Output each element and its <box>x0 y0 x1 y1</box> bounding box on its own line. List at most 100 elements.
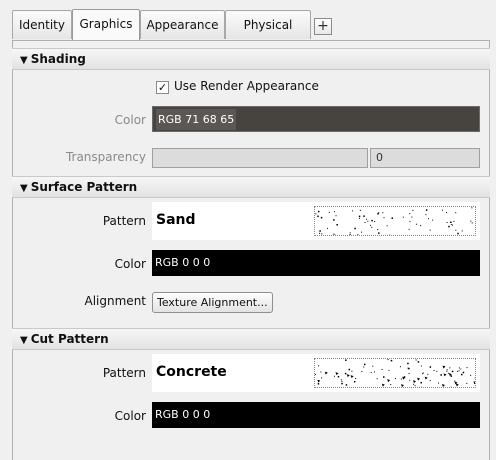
pattern-mark <box>364 222 366 224</box>
pattern-mark <box>320 371 322 373</box>
pattern-mark <box>348 368 351 371</box>
cut-color-value: RGB 0 0 0 <box>155 408 211 421</box>
pattern-mark <box>345 359 347 361</box>
pattern-mark <box>424 376 428 380</box>
pattern-mark <box>371 219 373 222</box>
pattern-mark <box>394 378 396 380</box>
pattern-mark <box>349 234 351 235</box>
surface-color-value: RGB 0 0 0 <box>155 256 211 269</box>
pattern-mark <box>450 221 452 224</box>
pattern-mark <box>315 213 317 215</box>
pattern-mark <box>413 383 415 385</box>
pattern-mark <box>383 217 385 219</box>
section-title: Cut Pattern <box>30 332 109 346</box>
pattern-mark <box>443 365 445 367</box>
pattern-mark <box>446 212 448 214</box>
pattern-mark <box>366 218 368 220</box>
pattern-mark <box>387 359 389 361</box>
pattern-mark <box>349 232 351 234</box>
pattern-mark <box>440 374 442 376</box>
surface-pattern-label: Pattern <box>102 214 146 228</box>
cut-pattern-field[interactable]: Concrete <box>152 354 480 392</box>
shading-color-field[interactable]: RGB 71 68 65 <box>152 106 480 132</box>
pattern-mark <box>458 367 460 369</box>
pattern-mark <box>471 222 473 224</box>
tab-graphics[interactable]: Graphics <box>72 9 140 40</box>
pattern-mark <box>471 207 473 209</box>
use-render-appearance-checkbox[interactable]: ✓ <box>156 81 169 94</box>
pattern-mark <box>350 375 354 379</box>
transparency-value-field[interactable]: 0 <box>370 148 480 168</box>
pattern-mark <box>351 370 353 372</box>
pattern-mark <box>335 215 337 217</box>
pattern-mark <box>462 371 465 374</box>
pattern-mark <box>358 215 361 218</box>
pattern-mark <box>412 209 414 211</box>
surface-color-field[interactable]: RGB 0 0 0 <box>152 250 480 276</box>
section-title: Shading <box>30 52 86 66</box>
pattern-mark <box>373 371 375 373</box>
tab-appearance[interactable]: Appearance <box>140 10 225 39</box>
pattern-mark <box>446 222 448 224</box>
cut-color-label: Color <box>114 409 146 423</box>
cut-color-field[interactable]: RGB 0 0 0 <box>152 402 480 428</box>
pattern-mark <box>376 378 378 380</box>
pattern-mark <box>315 373 317 375</box>
pattern-mark <box>333 375 335 377</box>
pattern-mark <box>437 382 439 384</box>
pattern-mark <box>420 225 422 227</box>
add-tab-button[interactable]: + <box>314 18 332 35</box>
pattern-mark <box>455 212 457 214</box>
pattern-mark <box>363 366 365 368</box>
pattern-mark <box>367 220 369 222</box>
pattern-mark <box>429 229 431 231</box>
pattern-mark <box>361 231 363 233</box>
pattern-mark <box>353 380 356 383</box>
pattern-mark <box>470 374 472 376</box>
pattern-mark <box>433 369 435 371</box>
tab-physical[interactable]: Physical <box>225 10 311 39</box>
pattern-mark <box>450 375 453 377</box>
section-header-shading[interactable]: ▼ Shading <box>12 48 490 70</box>
pattern-mark <box>340 379 342 381</box>
pattern-mark <box>417 361 420 363</box>
section-title: Surface Pattern <box>30 180 138 194</box>
tab-identity[interactable]: Identity <box>12 10 72 39</box>
pattern-mark <box>347 375 349 377</box>
pattern-mark <box>443 373 447 377</box>
pattern-mark <box>363 215 365 217</box>
transparency-slider[interactable] <box>152 148 368 168</box>
pattern-mark <box>372 365 374 367</box>
section-header-cut-pattern[interactable]: ▼ Cut Pattern <box>12 328 490 350</box>
pattern-mark <box>333 234 336 235</box>
pattern-mark <box>377 229 379 231</box>
pattern-mark <box>337 375 340 378</box>
pattern-mark <box>341 382 343 385</box>
collapse-triangle-icon[interactable]: ▼ <box>20 55 28 66</box>
pattern-mark <box>473 381 475 385</box>
pattern-mark <box>408 367 410 370</box>
pattern-mark <box>470 220 472 222</box>
pattern-mark <box>450 386 452 387</box>
surface-pattern-field[interactable]: Sand <box>152 202 480 240</box>
pattern-mark <box>390 384 392 386</box>
pattern-mark <box>415 359 417 361</box>
pattern-mark <box>420 381 422 384</box>
pattern-mark <box>427 373 429 375</box>
pattern-mark <box>399 366 401 368</box>
pattern-mark <box>387 379 391 383</box>
pattern-mark <box>354 227 356 230</box>
pattern-mark <box>460 368 462 370</box>
collapse-triangle-icon[interactable]: ▼ <box>20 335 28 346</box>
pattern-mark <box>466 367 468 369</box>
pattern-mark <box>333 233 335 235</box>
pattern-mark <box>381 368 383 370</box>
pattern-mark <box>390 359 393 362</box>
sand-pattern-preview <box>314 206 476 236</box>
pattern-mark <box>319 232 321 234</box>
pattern-mark <box>408 228 410 230</box>
collapse-triangle-icon[interactable]: ▼ <box>20 183 28 194</box>
texture-alignment-button[interactable]: Texture Alignment... <box>152 292 273 313</box>
pattern-mark <box>402 216 404 218</box>
section-header-surface-pattern[interactable]: ▼ Surface Pattern <box>12 176 490 198</box>
